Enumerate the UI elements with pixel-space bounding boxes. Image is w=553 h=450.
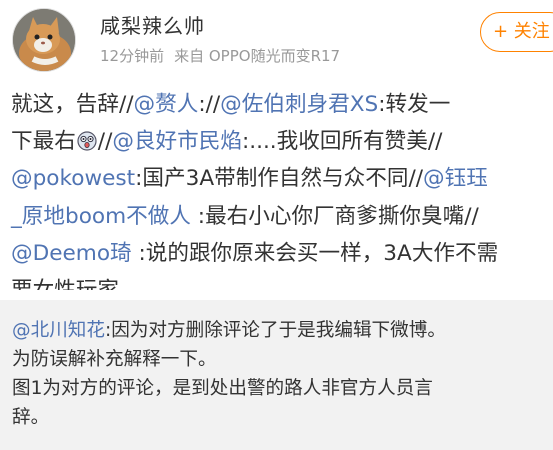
follow-button[interactable]: + 关注 [480, 12, 553, 52]
divider [0, 290, 553, 300]
reposted-weibo[interactable]: @北川知花:因为对方删除评论了于是我编辑下微博。 为防误解补充解释一下。 图1为… [0, 300, 553, 450]
reposted-text-span: :因为对方删除评论了于是我编辑下微博。 [104, 320, 446, 341]
mention-link[interactable]: _原地boom不做人 [11, 204, 191, 229]
post-text: 就这，告辞// [11, 92, 134, 117]
avatar[interactable] [12, 8, 76, 72]
shocked-face-emoji-icon [77, 126, 97, 151]
mention-link[interactable]: @北川知花 [12, 320, 105, 341]
reposted-line: 辞。 [12, 407, 50, 428]
post-line: @Deemo琦 :说的跟你原来会买一样，3A大作不需 [11, 235, 553, 272]
post-text: :转发一 [378, 92, 451, 117]
post-text: :国产3A带制作自然与众不同// [135, 166, 423, 192]
mention-link[interactable]: @Deemo琦 [11, 241, 132, 266]
post-source[interactable]: 来自 OPPO随光而变R17 [174, 47, 340, 65]
cat-avatar-icon [13, 9, 75, 71]
reposted-line: 为防误解补充解释一下。 [12, 349, 217, 370]
post-time: 12分钟前 [100, 47, 165, 65]
post-text: // [97, 129, 113, 155]
post-text: 下最右 [11, 129, 76, 155]
post-text: :// [198, 92, 221, 117]
mention-link[interactable]: @佐伯刺身君XS [220, 92, 378, 117]
reposted-line: @北川知花:因为对方删除评论了于是我编辑下微博。 [12, 316, 553, 345]
mention-link[interactable]: @钰珏 [423, 166, 488, 191]
username[interactable]: 咸梨辣么帅 [100, 10, 205, 39]
mention-link[interactable]: @赘人 [134, 92, 199, 117]
post-line: 就这，告辞//@赘人://@佐伯刺身君XS:转发一 [11, 86, 553, 123]
post-text: :说的跟你原来会买一样，3A大作不需 [131, 240, 499, 266]
reposted-text: @北川知花:因为对方删除评论了于是我编辑下微博。 为防误解补充解释一下。 图1为… [12, 316, 553, 432]
post-line: _原地boom不做人 :最右小心你厂商爹撕你臭嘴// [11, 198, 553, 235]
post-meta: 12分钟前 来自 OPPO随光而变R17 [100, 45, 340, 66]
post-line: @pokowest:国产3A带制作自然与众不同//@钰珏 [11, 160, 553, 197]
post-line: 下最右 //@良好市民焰:....我收回所有赞美// [11, 123, 553, 160]
reposted-line: 图1为对方的评论，是到处出警的路人非官方人员言 [12, 378, 433, 399]
mention-link[interactable]: @良好市民焰 [112, 129, 242, 154]
post-text: :....我收回所有赞美// [241, 129, 443, 155]
mention-link[interactable]: @pokowest [11, 166, 135, 191]
post-text: :最右小心你厂商爹撕你臭嘴// [190, 203, 479, 229]
post-body: 就这，告辞//@赘人://@佐伯刺身君XS:转发一 下最右 //@良好市民焰:..… [11, 86, 553, 309]
post-header: 咸梨辣么帅 12分钟前 来自 OPPO随光而变R17 + 关注 [0, 0, 553, 78]
